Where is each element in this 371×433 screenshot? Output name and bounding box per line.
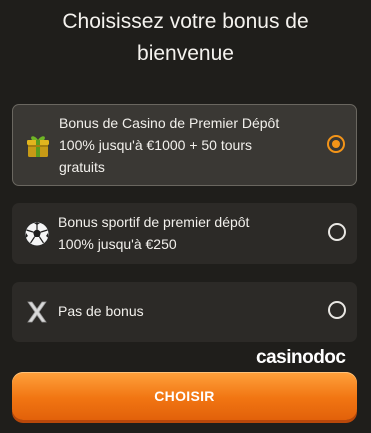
page-title: Choisissez votre bonus de bienvenue xyxy=(0,6,371,70)
gift-icon xyxy=(27,136,49,157)
bonus-option-sports-line-1: Bonus sportif de premier dépôt xyxy=(58,214,250,230)
casinodoc-watermark-logo: casinodoc xyxy=(256,347,346,368)
radio-sports-bonus[interactable] xyxy=(328,223,346,241)
bonus-option-casino[interactable]: Bonus de Casino de Premier Dépôt 100% ju… xyxy=(12,104,357,186)
radio-casino-bonus-selected[interactable] xyxy=(327,135,345,153)
bonus-option-sports-label: Bonus sportif de premier dépôt 100% jusq… xyxy=(58,211,316,255)
bonus-option-casino-line-3: gratuits xyxy=(59,159,105,175)
bonus-option-casino-line-2: 100% jusqu'à €1000 + 50 tours xyxy=(59,137,252,153)
bonus-option-none-label: Pas de bonus xyxy=(58,300,316,322)
bonus-option-casino-label: Bonus de Casino de Premier Dépôt 100% ju… xyxy=(59,112,317,178)
bonus-option-none-line-1: Pas de bonus xyxy=(58,303,144,319)
choose-button[interactable]: CHOISIR xyxy=(12,372,357,420)
soccer-ball-icon xyxy=(24,221,50,247)
no-bonus-x-icon xyxy=(27,301,47,323)
bonus-option-none[interactable]: Pas de bonus xyxy=(12,282,357,342)
page-title-line-2: bienvenue xyxy=(137,42,234,65)
page-title-line-1: Choisissez votre bonus de xyxy=(62,10,309,33)
bonus-option-sports-line-2: 100% jusqu'à €250 xyxy=(58,236,177,252)
bonus-selection-panel: Choisissez votre bonus de bienvenue Bonu… xyxy=(0,0,371,433)
bonus-option-casino-line-1: Bonus de Casino de Premier Dépôt xyxy=(59,115,280,131)
radio-no-bonus[interactable] xyxy=(328,301,346,319)
bonus-option-sports[interactable]: Bonus sportif de premier dépôt 100% jusq… xyxy=(12,203,357,264)
